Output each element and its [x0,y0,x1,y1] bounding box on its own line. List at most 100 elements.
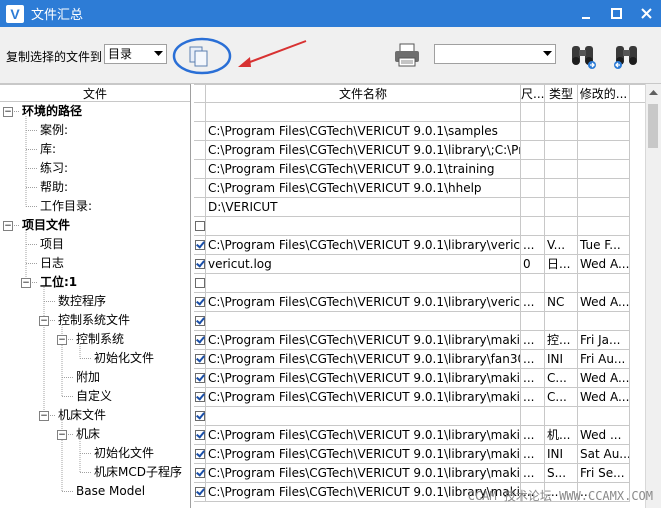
scroll-thumb[interactable] [648,104,658,148]
table-row[interactable] [194,217,646,236]
tree-item[interactable]: 工位:1 [40,273,77,292]
tree-item[interactable]: 控制系统 [76,330,124,349]
table-row[interactable] [194,274,646,293]
row-checkbox[interactable] [195,278,205,288]
row-checkbox[interactable] [195,316,205,326]
tree-item[interactable]: 自定义 [76,387,112,406]
cell-type: V... [545,236,578,255]
row-checkbox[interactable] [195,240,205,250]
row-checkbox[interactable] [195,430,205,440]
cell-modified: Wed A... [578,369,630,388]
table-row[interactable]: C:\Program Files\CGTech\VERICUT 9.0.1\hh… [194,179,646,198]
tree-item[interactable]: 帮助: [40,178,68,197]
cell-modified: Wed A... [578,388,630,407]
table-row[interactable]: C:\Program Files\CGTech\VERICUT 9.0.1\tr… [194,160,646,179]
find-next-button[interactable] [568,40,598,70]
row-checkbox[interactable] [195,411,205,421]
maximize-button[interactable] [601,0,631,27]
cell-name: C:\Program Files\CGTech\VERICUT 9.0.1\li… [206,293,521,312]
collapse-icon[interactable]: − [39,411,49,421]
column-header-size[interactable]: 尺... [521,85,545,103]
cell-modified [578,179,630,198]
table-row[interactable]: C:\Program Files\CGTech\VERICUT 9.0.1\li… [194,236,646,255]
annotation-arrow [238,40,307,67]
collapse-icon[interactable]: − [39,316,49,326]
row-checkbox[interactable] [195,373,205,383]
row-checkbox[interactable] [195,487,205,497]
row-select-cell [194,464,206,483]
tree-item[interactable]: 控制系统文件 [58,311,130,330]
table-row[interactable]: C:\Program Files\CGTech\VERICUT 9.0.1\li… [194,445,646,464]
cell-size [521,179,545,198]
cell-modified [578,122,630,141]
row-checkbox[interactable] [195,221,205,231]
tree-item[interactable]: 案例: [40,121,68,140]
table-row[interactable] [194,312,646,331]
row-checkbox[interactable] [195,335,205,345]
cell-modified [578,407,630,426]
tree-item[interactable]: 练习: [40,159,68,178]
table-row[interactable]: C:\Program Files\CGTech\VERICUT 9.0.1\li… [194,331,646,350]
destination-select[interactable]: 目录 [104,44,167,64]
row-checkbox[interactable] [195,297,205,307]
table-row[interactable]: C:\Program Files\CGTech\VERICUT 9.0.1\li… [194,350,646,369]
table-row[interactable]: C:\Program Files\CGTech\VERICUT 9.0.1\li… [194,369,646,388]
collapse-icon[interactable]: − [21,278,31,288]
tree-item[interactable]: 日志 [40,254,64,273]
row-checkbox[interactable] [195,392,205,402]
close-button[interactable] [631,0,661,27]
tree-item[interactable]: 初始化文件 [94,349,154,368]
row-checkbox[interactable] [195,354,205,364]
cell-modified: Sat Au... [578,445,630,464]
table-row[interactable] [194,103,646,122]
collapse-icon[interactable]: − [57,430,67,440]
tree-item[interactable]: 附加 [76,368,100,387]
table-row[interactable]: D:\VERICUT [194,198,646,217]
cell-modified [578,274,630,293]
column-header-type[interactable]: 类型 [545,85,578,103]
collapse-icon[interactable]: − [3,107,13,117]
cell-type [545,103,578,122]
tree-item[interactable]: 机床文件 [58,406,106,425]
column-header-name[interactable]: 文件名称 [206,85,521,103]
app-logo-icon: V [6,4,24,23]
search-combo[interactable] [434,44,556,64]
table-row[interactable]: C:\Program Files\CGTech\VERICUT 9.0.1\li… [194,464,646,483]
table-row[interactable]: C:\Program Files\CGTech\VERICUT 9.0.1\li… [194,293,646,312]
table-row[interactable]: C:\Program Files\CGTech\VERICUT 9.0.1\sa… [194,122,646,141]
row-checkbox[interactable] [195,259,205,269]
table-row[interactable]: C:\Program Files\CGTech\VERICUT 9.0.1\li… [194,426,646,445]
select-column-header[interactable] [194,85,206,103]
cell-type: S... [545,464,578,483]
column-header-modified[interactable]: 修改的... [578,85,630,103]
window-title: 文件汇总 [31,8,84,23]
row-checkbox[interactable] [195,449,205,459]
destination-select-value: 目录 [108,47,133,61]
cell-name: vericut.log [206,255,521,274]
copy-files-button[interactable] [172,37,232,75]
vertical-scrollbar[interactable] [645,84,661,508]
tree-item[interactable]: Base Model [76,482,145,501]
tree-item[interactable]: 机床MCD子程序 [94,463,182,482]
minimize-button[interactable] [571,0,601,27]
find-previous-button[interactable] [612,40,642,70]
table-row[interactable]: C:\Program Files\CGTech\VERICUT 9.0.1\li… [194,388,646,407]
collapse-icon[interactable]: − [57,335,67,345]
tree-item[interactable]: 项目 [40,235,64,254]
tree-item[interactable]: 环境的路径 [22,102,82,121]
print-button[interactable] [393,42,421,68]
tree-item[interactable]: 项目文件 [22,216,70,235]
tree-item[interactable]: 库: [40,140,56,159]
tree-item[interactable]: 工作目录: [40,197,92,216]
collapse-icon[interactable]: − [3,221,13,231]
tree-item[interactable]: 数控程序 [58,292,106,311]
row-checkbox[interactable] [195,468,205,478]
table-row[interactable]: C:\Program Files\CGTech\VERICUT 9.0.1\li… [194,141,646,160]
table-row[interactable]: vericut.log 0 日... Wed A... [194,255,646,274]
table-row[interactable] [194,407,646,426]
cell-size [521,122,545,141]
tree-item[interactable]: 初始化文件 [94,444,154,463]
tree-item[interactable]: 机床 [76,425,100,444]
chevron-down-icon [154,51,163,56]
cell-modified [578,198,630,217]
